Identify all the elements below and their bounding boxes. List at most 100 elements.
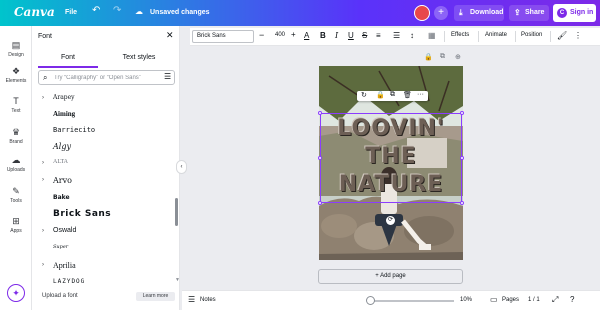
resize-handle[interactable] <box>318 201 322 205</box>
download-button[interactable]: ⤓ Download <box>454 5 504 21</box>
share-button[interactable]: ⇪ Share <box>509 5 549 21</box>
font-search: ⌕ ☰ <box>38 70 175 85</box>
upload-font-link[interactable]: Upload a font <box>42 293 78 299</box>
chevron-right-icon[interactable]: › <box>42 262 44 268</box>
list-icon[interactable]: ☰ <box>393 31 400 40</box>
notes-icon[interactable]: ☰ <box>188 295 195 304</box>
font-list-item[interactable]: › ALTA <box>32 157 172 173</box>
text-toolbar: Brick Sans − 400 + A B I U S ≡ ☰ ↕ ▦ Eff… <box>190 28 600 46</box>
rail-item-text[interactable]: T Text <box>0 96 32 114</box>
scrollbar-thumb[interactable] <box>175 198 178 226</box>
add-page-button[interactable]: + Add page <box>318 269 463 284</box>
sign-in-label: Sign in <box>570 9 594 16</box>
strikethrough-icon[interactable]: S <box>362 31 367 40</box>
chevron-right-icon[interactable]: › <box>42 228 44 234</box>
add-page-icon[interactable]: ⊕ <box>455 53 461 61</box>
rail-item-uploads[interactable]: ☁ Uploads <box>0 155 32 173</box>
scroll-down-icon[interactable]: ▼ <box>175 277 180 283</box>
rail-item-tools[interactable]: ✎ Tools <box>0 186 32 204</box>
add-collaborator-button[interactable]: + <box>434 6 448 20</box>
pencil-icon: ✎ <box>12 186 20 196</box>
effects-button[interactable]: Effects <box>451 32 469 38</box>
font-list-item[interactable]: › Arapey <box>32 92 172 108</box>
filter-icon[interactable]: ☰ <box>164 72 171 81</box>
zoom-level[interactable]: 10% <box>460 297 472 303</box>
zoom-slider-thumb[interactable] <box>366 296 375 305</box>
font-list-item[interactable]: › Aprilia <box>32 259 172 275</box>
font-list-item[interactable]: Bake <box>32 192 172 208</box>
resize-handle[interactable] <box>460 201 464 205</box>
pages-button[interactable]: Pages <box>502 297 519 303</box>
align-center-icon[interactable]: ≡ <box>376 31 381 40</box>
transparency-icon[interactable]: ▦ <box>428 31 436 40</box>
collapse-panel-button[interactable]: ‹ <box>176 160 187 174</box>
canva-logo[interactable]: Canva <box>14 5 55 19</box>
tab-text-styles[interactable]: Text styles <box>106 52 172 68</box>
lock-icon[interactable]: 🔒 <box>376 91 385 99</box>
help-icon[interactable]: ? <box>570 295 574 304</box>
close-icon[interactable]: ✕ <box>166 30 174 41</box>
rotate-handle-icon[interactable]: ⟳ <box>386 216 395 225</box>
font-list-item[interactable]: › Oswald <box>32 225 172 241</box>
font-list-item[interactable]: Brick Sans <box>32 207 172 223</box>
selection-box[interactable] <box>318 111 464 205</box>
font-list-item[interactable]: LAZYDOG <box>32 276 172 292</box>
text-color-icon[interactable]: A <box>304 31 309 40</box>
regenerate-icon[interactable]: ↻ <box>361 91 367 99</box>
rail-label: Design <box>8 52 24 58</box>
expand-icon[interactable]: ⤢ <box>552 295 558 305</box>
chevron-right-icon[interactable]: › <box>42 160 44 166</box>
chevron-right-icon[interactable]: › <box>42 177 44 183</box>
font-search-input[interactable] <box>54 73 154 83</box>
more-icon[interactable]: ··· <box>417 91 424 98</box>
underline-icon[interactable]: U <box>348 31 354 40</box>
font-list-item[interactable]: Algy <box>32 140 172 156</box>
resize-handle[interactable] <box>460 111 464 115</box>
resize-handle[interactable] <box>318 111 322 115</box>
redo-icon[interactable]: ↷ <box>113 5 121 16</box>
divider <box>550 31 551 42</box>
font-name: Arvo <box>53 176 72 185</box>
font-size-input[interactable]: 400 <box>271 32 289 38</box>
resize-handle[interactable] <box>318 156 322 160</box>
rail-item-apps[interactable]: ⊞ Apps <box>0 216 32 234</box>
undo-icon[interactable]: ↶ <box>92 5 100 16</box>
font-list-item[interactable]: › Arvo <box>32 174 172 190</box>
sign-in-button[interactable]: C Sign in <box>553 4 596 22</box>
rail-item-design[interactable]: ▤ Design <box>0 40 32 58</box>
duplicate-icon[interactable]: ⧉ <box>440 53 445 61</box>
italic-icon[interactable]: I <box>335 31 338 40</box>
position-button[interactable]: Position <box>521 32 542 38</box>
paint-roller-icon[interactable]: 🖌 <box>557 31 567 40</box>
avatar[interactable] <box>414 5 430 21</box>
font-panel: Font ✕ Font Text styles ⌕ ☰ › Arapey Aim… <box>32 26 180 310</box>
divider <box>444 31 445 42</box>
crown-icon: ♛ <box>11 127 21 137</box>
rail-item-elements[interactable]: ❖ Elements <box>0 66 32 84</box>
chevron-right-icon[interactable]: › <box>42 95 44 101</box>
spacing-icon[interactable]: ↕ <box>410 31 414 40</box>
font-list-item[interactable]: Super <box>32 242 172 258</box>
more-options-icon[interactable]: ⋮ <box>574 31 582 40</box>
learn-more-button[interactable]: Learn more <box>136 292 175 301</box>
font-selector[interactable]: Brick Sans <box>192 30 254 43</box>
bold-icon[interactable]: B <box>320 31 326 40</box>
lock-icon[interactable]: 🔒 <box>424 53 433 61</box>
zoom-slider[interactable] <box>370 300 454 302</box>
font-list-item[interactable]: Barriecito <box>32 124 172 140</box>
duplicate-icon[interactable]: ⧉ <box>390 91 395 99</box>
font-list-item[interactable]: Aiming <box>32 108 172 124</box>
trash-icon[interactable]: 🗑 <box>403 91 412 99</box>
resize-handle[interactable] <box>460 156 464 160</box>
left-rail: ▤ Design ❖ Elements T Text ♛ Brand ☁ Upl… <box>0 26 32 310</box>
file-menu-button[interactable]: File <box>65 9 77 16</box>
pages-icon[interactable]: ▭ <box>490 295 498 304</box>
rail-item-brand[interactable]: ♛ Brand <box>0 127 32 145</box>
decrease-size-button[interactable]: − <box>259 30 264 40</box>
increase-size-button[interactable]: + <box>291 30 296 39</box>
divider <box>515 31 516 42</box>
notes-button[interactable]: Notes <box>200 297 216 303</box>
magic-sparkle-icon[interactable]: ✦ <box>7 284 25 302</box>
tab-font[interactable]: Font <box>38 52 98 68</box>
animate-button[interactable]: Animate <box>485 32 507 38</box>
